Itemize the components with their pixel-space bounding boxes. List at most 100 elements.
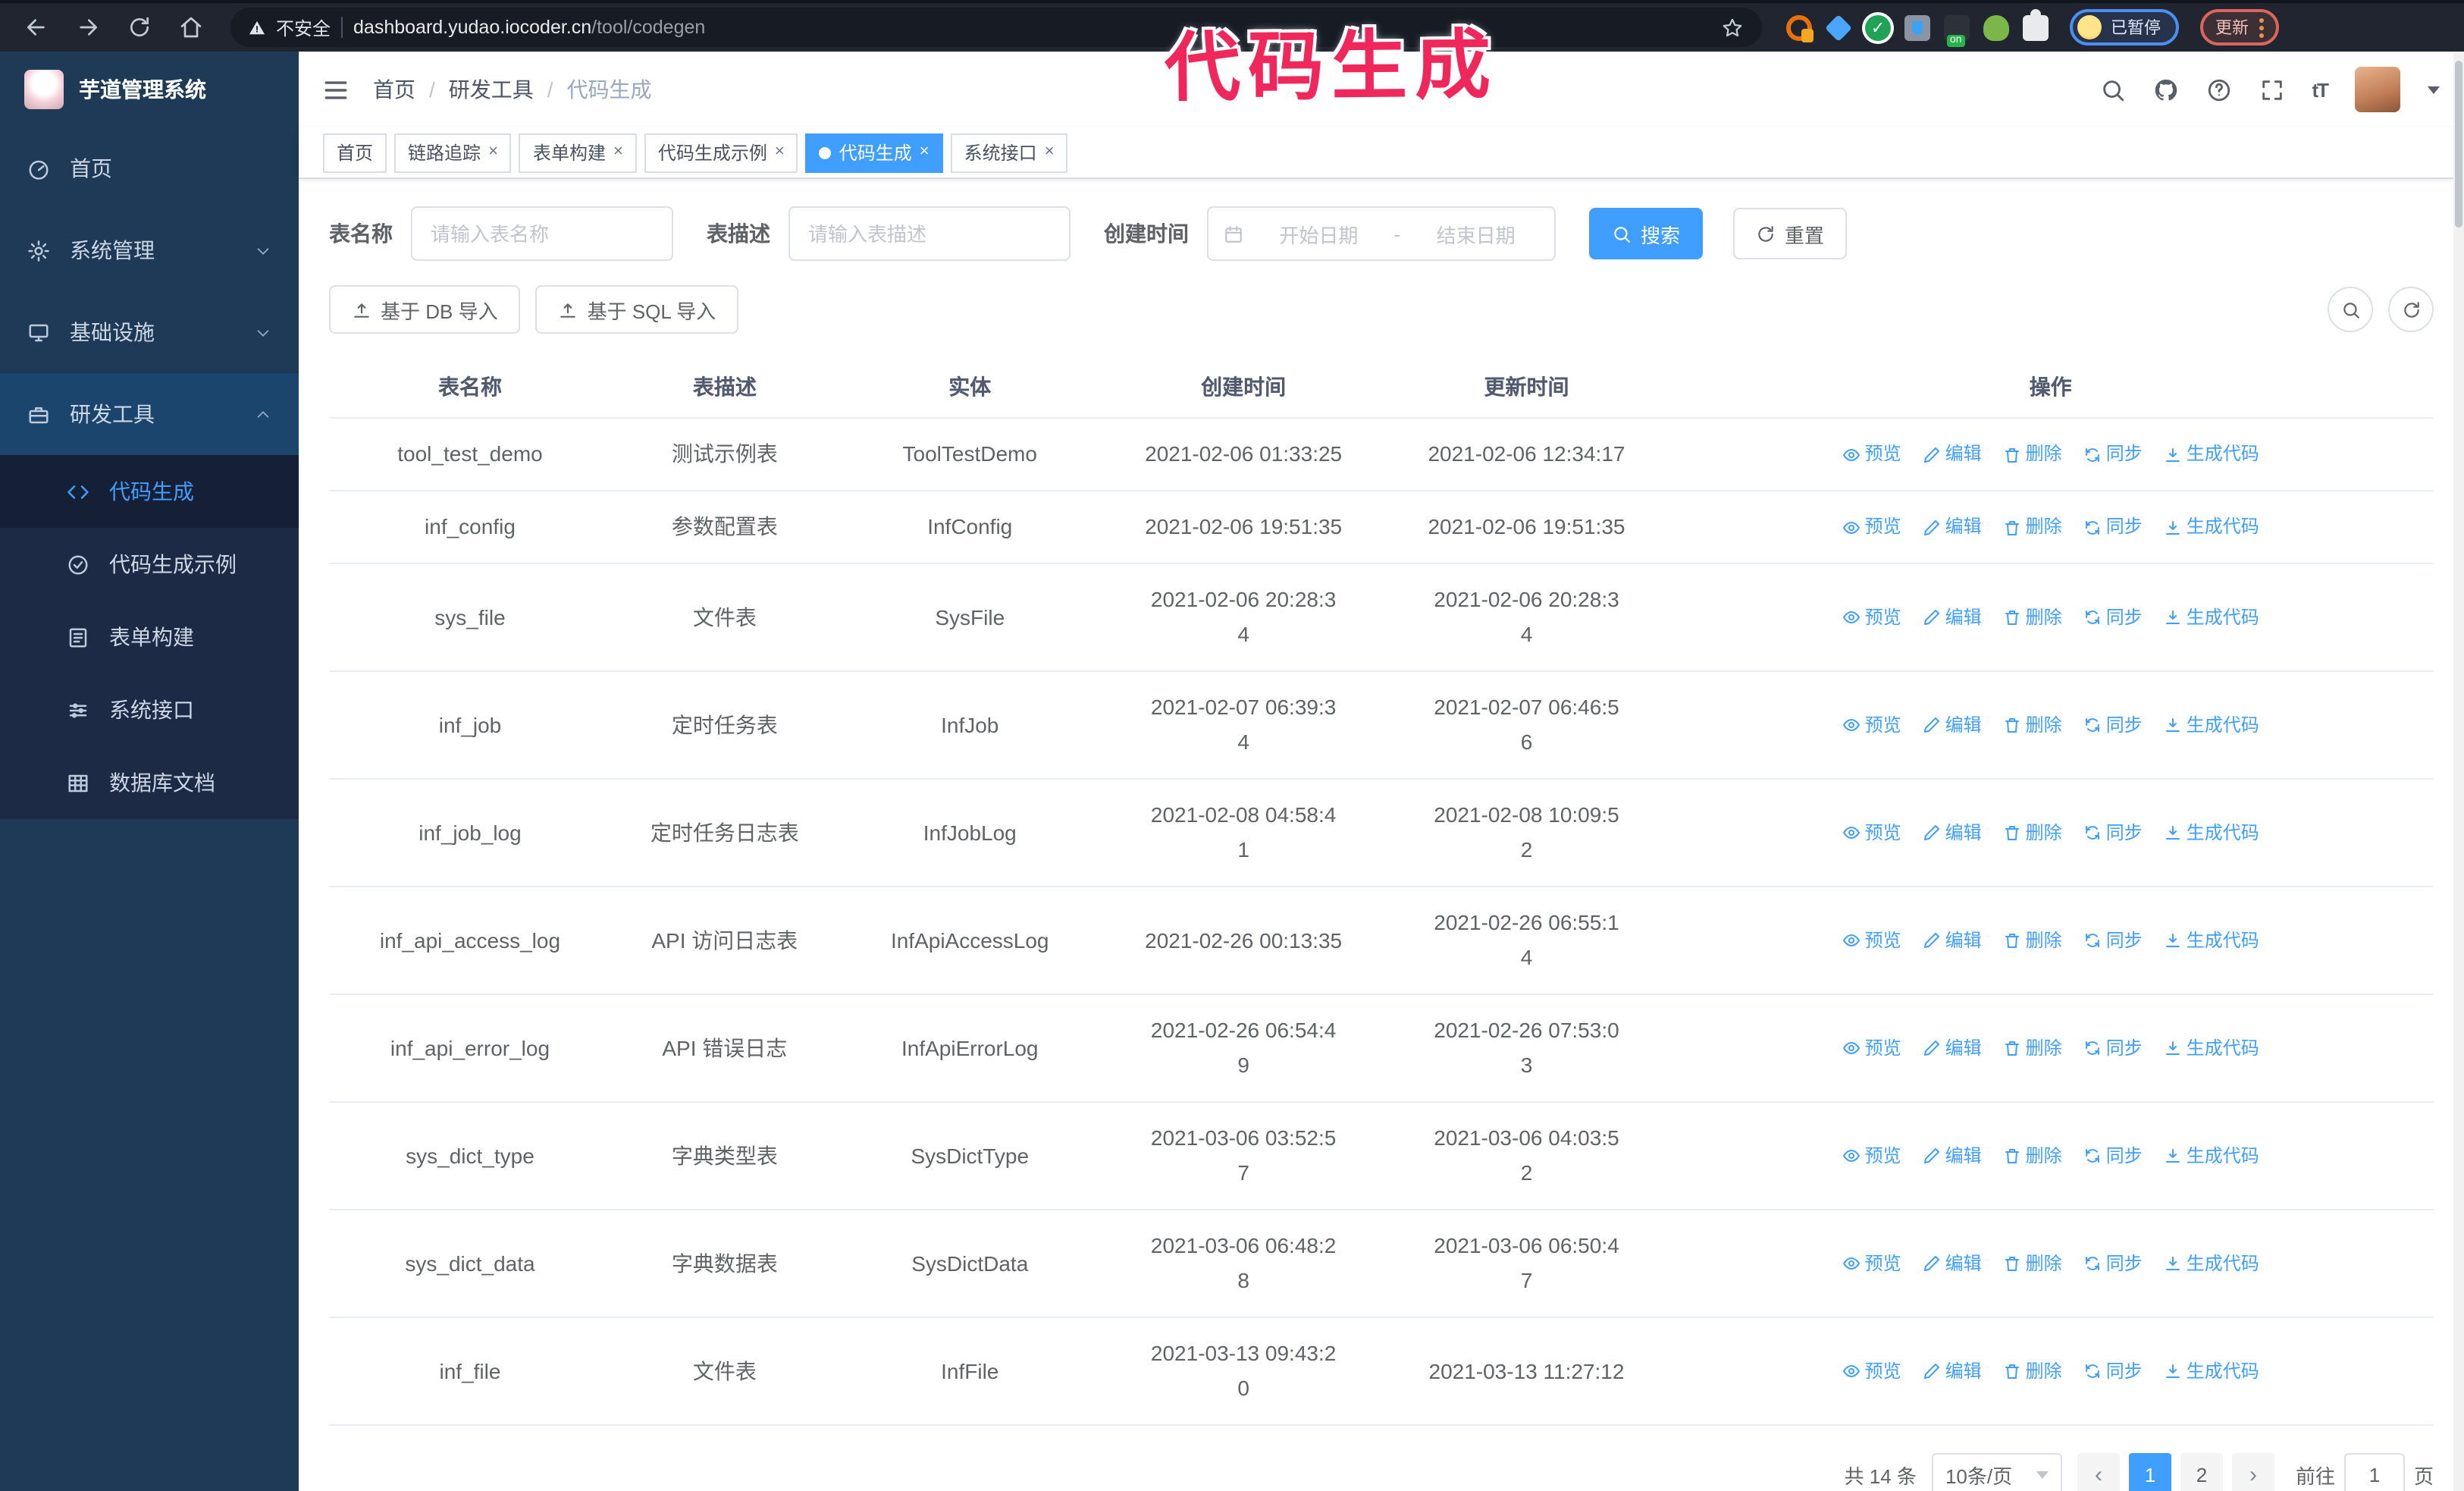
sidebar-item-devtools[interactable]: 研发工具 xyxy=(0,373,299,455)
profile-paused-chip[interactable]: 已暂停 xyxy=(2070,9,2179,46)
sync-link[interactable]: 同步 xyxy=(2083,923,2143,958)
edit-link[interactable]: 编辑 xyxy=(1923,815,1982,850)
hamburger-icon[interactable] xyxy=(323,77,349,102)
search-icon[interactable] xyxy=(2099,77,2125,102)
delete-link[interactable]: 删除 xyxy=(2003,708,2062,742)
preview-link[interactable]: 预览 xyxy=(1842,1138,1901,1173)
sync-link[interactable]: 同步 xyxy=(2083,437,2143,472)
delete-link[interactable]: 删除 xyxy=(2003,1246,2062,1281)
chrome-update-button[interactable]: 更新 xyxy=(2200,9,2279,46)
fullscreen-icon[interactable] xyxy=(2259,77,2284,102)
goto-page-input[interactable] xyxy=(2343,1453,2405,1491)
app-logo[interactable]: 芋道管理系统 xyxy=(0,52,299,127)
edit-link[interactable]: 编辑 xyxy=(1923,1031,1982,1066)
preview-link[interactable]: 预览 xyxy=(1842,923,1901,958)
tag-form-builder[interactable]: 表单构建 × xyxy=(519,133,637,172)
font-size-icon[interactable]: tT xyxy=(2312,78,2329,101)
extension-icon[interactable]: ✓ xyxy=(1865,14,1891,40)
date-range-picker[interactable]: 开始日期 - 结束日期 xyxy=(1207,206,1556,261)
extension-icon[interactable] xyxy=(1904,14,1930,40)
forward-icon[interactable] xyxy=(67,6,109,49)
generate-code-link[interactable]: 生成代码 xyxy=(2164,1246,2259,1281)
sync-link[interactable]: 同步 xyxy=(2083,1031,2143,1066)
bookmark-star-icon[interactable] xyxy=(1721,16,1744,39)
prev-page-button[interactable]: ‹ xyxy=(2077,1453,2120,1491)
generate-code-link[interactable]: 生成代码 xyxy=(2164,815,2259,850)
close-icon[interactable]: × xyxy=(1045,143,1055,161)
generate-code-link[interactable]: 生成代码 xyxy=(2164,1138,2259,1173)
edit-link[interactable]: 编辑 xyxy=(1923,437,1982,472)
delete-link[interactable]: 删除 xyxy=(2003,815,2062,850)
import-sql-button[interactable]: 基于 SQL 导入 xyxy=(535,285,739,334)
toggle-search-button[interactable] xyxy=(2328,287,2373,332)
sidebar-item-codegen[interactable]: 代码生成 xyxy=(0,455,299,528)
page-size-select[interactable]: 10条/页 xyxy=(1931,1453,2062,1491)
sidebar-item-form-builder[interactable]: 表单构建 xyxy=(0,601,299,673)
sync-link[interactable]: 同步 xyxy=(2083,708,2143,742)
close-icon[interactable]: × xyxy=(920,143,929,161)
sync-link[interactable]: 同步 xyxy=(2083,1138,2143,1173)
back-icon[interactable] xyxy=(15,6,58,49)
extensions-puzzle-icon[interactable] xyxy=(2023,8,2049,40)
tag-codegen[interactable]: 代码生成 × xyxy=(805,133,943,172)
preview-link[interactable]: 预览 xyxy=(1842,815,1901,850)
sync-link[interactable]: 同步 xyxy=(2083,600,2143,635)
url-bar[interactable]: 不安全 dashboard.yudao.iocoder.cn/tool/code… xyxy=(230,8,1762,47)
delete-link[interactable]: 删除 xyxy=(2003,1354,2062,1389)
generate-code-link[interactable]: 生成代码 xyxy=(2164,600,2259,635)
generate-code-link[interactable]: 生成代码 xyxy=(2164,1031,2259,1066)
table-name-input[interactable] xyxy=(411,206,673,261)
generate-code-link[interactable]: 生成代码 xyxy=(2164,437,2259,472)
sync-link[interactable]: 同步 xyxy=(2083,1246,2143,1281)
delete-link[interactable]: 删除 xyxy=(2003,1031,2062,1066)
tag-codegen-example[interactable]: 代码生成示例 × xyxy=(644,133,798,172)
delete-link[interactable]: 删除 xyxy=(2003,1138,2062,1173)
preview-link[interactable]: 预览 xyxy=(1842,1031,1901,1066)
tag-home[interactable]: 首页 xyxy=(323,133,387,172)
preview-link[interactable]: 预览 xyxy=(1842,510,1901,545)
breadcrumb-devtools[interactable]: 研发工具 xyxy=(449,74,534,105)
tag-tracing[interactable]: 链路追踪 × xyxy=(394,133,512,172)
sync-link[interactable]: 同步 xyxy=(2083,1354,2143,1389)
scrollbar-thumb[interactable] xyxy=(2455,61,2462,228)
user-avatar[interactable] xyxy=(2355,67,2400,112)
import-db-button[interactable]: 基于 DB 导入 xyxy=(329,285,521,334)
generate-code-link[interactable]: 生成代码 xyxy=(2164,1354,2259,1389)
delete-link[interactable]: 删除 xyxy=(2003,510,2062,545)
extension-icon[interactable] xyxy=(1944,14,1970,46)
generate-code-link[interactable]: 生成代码 xyxy=(2164,708,2259,742)
preview-link[interactable]: 预览 xyxy=(1842,600,1901,635)
sidebar-item-home[interactable]: 首页 xyxy=(0,127,299,209)
delete-link[interactable]: 删除 xyxy=(2003,600,2062,635)
avatar-caret-icon[interactable] xyxy=(2428,86,2440,99)
sidebar-item-system-api[interactable]: 系统接口 xyxy=(0,673,299,746)
edit-link[interactable]: 编辑 xyxy=(1923,600,1982,635)
breadcrumb-home[interactable]: 首页 xyxy=(373,74,415,105)
next-page-button[interactable]: › xyxy=(2231,1453,2274,1491)
close-icon[interactable]: × xyxy=(613,143,623,161)
github-icon[interactable] xyxy=(2152,77,2178,102)
menu-kebab-icon[interactable] xyxy=(2259,17,2264,37)
sidebar-item-codegen-example[interactable]: 代码生成示例 xyxy=(0,528,299,601)
sidebar-item-system[interactable]: 系统管理 xyxy=(0,209,299,291)
edit-link[interactable]: 编辑 xyxy=(1923,1246,1982,1281)
preview-link[interactable]: 预览 xyxy=(1842,437,1901,472)
page-button-2[interactable]: 2 xyxy=(2180,1453,2223,1491)
delete-link[interactable]: 删除 xyxy=(2003,923,2062,958)
preview-link[interactable]: 预览 xyxy=(1842,1246,1901,1281)
preview-link[interactable]: 预览 xyxy=(1842,708,1901,742)
sync-link[interactable]: 同步 xyxy=(2083,815,2143,850)
sidebar-item-infra[interactable]: 基础设施 xyxy=(0,291,299,373)
generate-code-link[interactable]: 生成代码 xyxy=(2164,923,2259,958)
sidebar-item-db-docs[interactable]: 数据库文档 xyxy=(0,746,299,819)
preview-link[interactable]: 预览 xyxy=(1842,1354,1901,1389)
reload-icon[interactable] xyxy=(118,6,161,49)
extension-icon[interactable] xyxy=(1824,13,1853,42)
close-icon[interactable]: × xyxy=(775,143,785,161)
reset-button[interactable]: 重置 xyxy=(1733,208,1848,259)
edit-link[interactable]: 编辑 xyxy=(1923,510,1982,545)
sync-link[interactable]: 同步 xyxy=(2083,510,2143,545)
refresh-table-button[interactable] xyxy=(2388,287,2434,332)
extension-icon[interactable] xyxy=(1786,14,1814,42)
edit-link[interactable]: 编辑 xyxy=(1923,1354,1982,1389)
